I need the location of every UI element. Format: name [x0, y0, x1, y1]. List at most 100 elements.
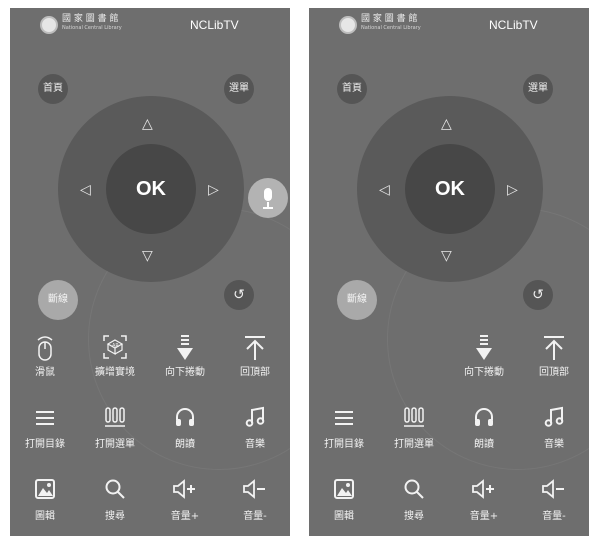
ok-button[interactable]: OK [106, 144, 196, 234]
back-to-top-button[interactable]: 回頂部 [220, 334, 290, 394]
volume-up-button[interactable]: 音量+ [449, 478, 519, 536]
open-menu-button[interactable]: 打開選單 [379, 406, 449, 466]
scroll-down-button[interactable]: 向下捲動 [150, 334, 220, 394]
app-title: NCLibTV [190, 18, 239, 32]
music-label: 音樂 [245, 439, 265, 450]
disconnect-button[interactable]: 斷線 [38, 280, 78, 320]
mouse-label: 滑鼠 [35, 367, 55, 378]
mouse-button[interactable]: 滑鼠 [10, 334, 80, 394]
arrow-left-button[interactable]: ◁ [80, 182, 91, 198]
mouse-icon [10, 334, 80, 366]
gallery-label: 圖輯 [334, 511, 354, 522]
search-label: 搜尋 [105, 511, 125, 522]
read-aloud-button[interactable]: 朗讀 [150, 406, 220, 466]
control-grid: 向下捲動 回頂部 打開目錄 打開選單 朗讀 音樂 圖輯 搜尋 音量+ 音量- [309, 334, 589, 534]
arrow-down-button[interactable]: ▽ [142, 248, 153, 264]
arrow-right-button[interactable]: ▷ [208, 182, 219, 198]
image-icon [10, 478, 80, 510]
music-label: 音樂 [544, 439, 564, 450]
image-icon [309, 478, 379, 510]
ar-icon: AR [80, 334, 150, 366]
list-icon [309, 406, 379, 438]
volume-down-button[interactable]: 音量- [519, 478, 589, 536]
svg-text:AR: AR [112, 343, 119, 349]
disconnect-button[interactable]: 斷線 [337, 280, 377, 320]
search-icon [379, 478, 449, 510]
microphone-icon [264, 188, 272, 201]
scroll-down-button[interactable]: 向下捲動 [449, 334, 519, 394]
menu-bars-icon [379, 406, 449, 438]
volume-down-icon [519, 478, 589, 510]
list-icon [10, 406, 80, 438]
read-aloud-label: 朗讀 [474, 439, 494, 450]
headphones-icon [150, 406, 220, 438]
search-button[interactable]: 搜尋 [379, 478, 449, 536]
open-catalog-label: 打開目錄 [324, 439, 364, 450]
music-note-icon [519, 406, 589, 438]
read-aloud-label: 朗讀 [175, 439, 195, 450]
microphone-button[interactable] [248, 178, 288, 218]
home-button[interactable]: 首頁 [337, 74, 367, 104]
ar-label: 擴增實境 [95, 367, 135, 378]
music-note-icon [220, 406, 290, 438]
back-to-top-label: 回頂部 [240, 367, 270, 378]
back-to-top-icon [519, 334, 589, 366]
arrow-left-button[interactable]: ◁ [379, 182, 390, 198]
scroll-down-label: 向下捲動 [165, 367, 205, 378]
arrow-up-button[interactable]: △ [142, 116, 153, 132]
music-button[interactable]: 音樂 [519, 406, 589, 466]
ok-button[interactable]: OK [405, 144, 495, 234]
logo-subtext: National Central Library [62, 25, 122, 31]
volume-up-icon [449, 478, 519, 510]
logo-subtext: National Central Library [361, 25, 421, 31]
remote-screen-right: 國 家 圖 書 館 National Central Library NCLib… [309, 8, 589, 536]
back-to-top-label: 回頂部 [539, 367, 569, 378]
back-button[interactable]: ↺ [224, 280, 254, 310]
volume-down-label: 音量- [542, 511, 566, 522]
search-icon [80, 478, 150, 510]
back-to-top-icon [220, 334, 290, 366]
arrow-up-button[interactable]: △ [441, 116, 452, 132]
volume-down-button[interactable]: 音量- [220, 478, 290, 536]
volume-up-label: 音量+ [170, 511, 200, 522]
volume-down-label: 音量- [243, 511, 267, 522]
menu-bars-icon [80, 406, 150, 438]
search-button[interactable]: 搜尋 [80, 478, 150, 536]
open-menu-label: 打開選單 [394, 439, 434, 450]
headphones-icon [449, 406, 519, 438]
scroll-down-label: 向下捲動 [464, 367, 504, 378]
music-button[interactable]: 音樂 [220, 406, 290, 466]
logo-text: 國 家 圖 書 館 [361, 14, 418, 24]
menu-button[interactable]: 選單 [523, 74, 553, 104]
open-catalog-button[interactable]: 打開目錄 [10, 406, 80, 466]
scroll-down-icon [449, 334, 519, 366]
gallery-button[interactable]: 圖輯 [309, 478, 379, 536]
dpad: △ ◁ ▷ ▽ OK [357, 96, 543, 282]
arrow-right-button[interactable]: ▷ [507, 182, 518, 198]
gallery-button[interactable]: 圖輯 [10, 478, 80, 536]
library-logo-icon [339, 16, 357, 34]
volume-up-button[interactable]: 音量+ [150, 478, 220, 536]
gallery-label: 圖輯 [35, 511, 55, 522]
menu-button[interactable]: 選單 [224, 74, 254, 104]
volume-up-icon [150, 478, 220, 510]
back-to-top-button[interactable]: 回頂部 [519, 334, 589, 394]
control-grid: 滑鼠 AR 擴增實境 向下捲動 回頂部 打開目錄 打開選單 朗讀 音樂 圖輯 搜… [10, 334, 290, 534]
app-title: NCLibTV [489, 18, 538, 32]
arrow-down-button[interactable]: ▽ [441, 248, 452, 264]
home-button[interactable]: 首頁 [38, 74, 68, 104]
open-menu-button[interactable]: 打開選單 [80, 406, 150, 466]
ar-button[interactable]: AR 擴增實境 [80, 334, 150, 394]
search-label: 搜尋 [404, 511, 424, 522]
app-header: 國 家 圖 書 館 National Central Library NCLib… [10, 8, 290, 44]
read-aloud-button[interactable]: 朗讀 [449, 406, 519, 466]
open-menu-label: 打開選單 [95, 439, 135, 450]
logo-text: 國 家 圖 書 館 [62, 14, 119, 24]
volume-up-label: 音量+ [469, 511, 499, 522]
remote-screen-left: 國 家 圖 書 館 National Central Library NCLib… [10, 8, 290, 536]
volume-down-icon [220, 478, 290, 510]
library-logo-icon [40, 16, 58, 34]
back-button[interactable]: ↺ [523, 280, 553, 310]
open-catalog-button[interactable]: 打開目錄 [309, 406, 379, 466]
dpad: △ ◁ ▷ ▽ OK [58, 96, 244, 282]
